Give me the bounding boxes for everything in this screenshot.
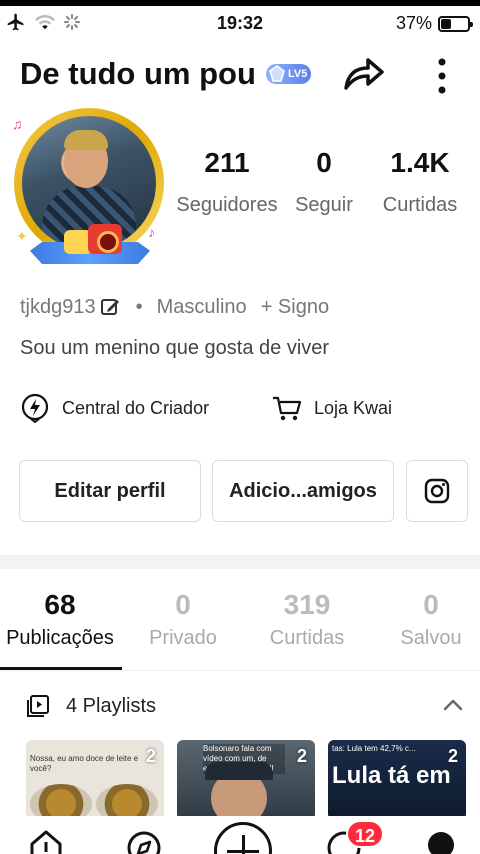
battery-icon xyxy=(438,15,473,32)
food-image xyxy=(96,784,158,820)
stat-value: 211 xyxy=(204,147,250,178)
tab-label: Publicações xyxy=(6,627,114,649)
battery-percent: 37% xyxy=(395,13,432,33)
active-tab-indicator xyxy=(0,667,122,670)
music-note-icon: ♪ xyxy=(148,224,155,240)
edit-icon[interactable] xyxy=(100,297,120,317)
playlist-icon xyxy=(27,695,49,717)
stat-value: 0 xyxy=(316,147,332,178)
status-bar-top-edge xyxy=(0,0,480,6)
notification-badge: 12 xyxy=(346,820,384,848)
music-note-icon: ♫ xyxy=(12,116,23,132)
tab-label: Privado xyxy=(149,627,217,649)
avatar-photo-hair xyxy=(64,130,108,150)
sparkle-icon: ✦ xyxy=(16,228,28,244)
stat-label: Curtidas xyxy=(382,194,458,216)
tab-label: Salvou xyxy=(400,627,462,649)
user-info-line: tjkdg913 • Masculino + Signo xyxy=(20,294,329,320)
stat-value: 1.4K xyxy=(390,147,450,178)
lightning-icon xyxy=(21,393,49,423)
gem-icon xyxy=(269,65,285,82)
stat-label: Seguir xyxy=(295,194,353,216)
tab-count: 68 xyxy=(44,589,76,620)
playlist-caption: tas: Lula tem 42,7% c... xyxy=(332,744,416,753)
shop-link[interactable]: Loja Kwai xyxy=(272,390,392,426)
playlist-thumbnail[interactable]: tas: Lula tem 42,7% c... Lula tá em 2 xyxy=(328,740,466,820)
instagram-icon xyxy=(424,478,450,504)
cap-image xyxy=(205,762,273,780)
more-options-button[interactable] xyxy=(424,52,460,96)
add-friends-button[interactable]: Adicio...amigos xyxy=(212,460,394,522)
stat-following[interactable]: 0 Seguir xyxy=(269,146,379,217)
creator-center-link[interactable]: Central do Criador xyxy=(20,390,209,426)
share-button[interactable] xyxy=(338,52,386,96)
stat-label: Seguidores xyxy=(176,194,278,216)
avatar[interactable]: ♫ ♪ ✦ xyxy=(10,104,170,266)
profile-stats: 211 Seguidores 0 Seguir 1.4K Curtidas xyxy=(170,146,480,226)
status-bar: 19:32 37% xyxy=(0,0,480,46)
tab-saved[interactable]: 0 Salvou xyxy=(369,585,480,650)
section-divider xyxy=(0,555,480,569)
instagram-button[interactable] xyxy=(406,460,468,522)
playlist-thumbnail[interactable]: Bolsonaro fala com vídeo com um, de enci… xyxy=(177,740,315,820)
profile-bio: Sou um menino que gosta de viver xyxy=(20,337,330,359)
playlist-thumbnail[interactable]: Nossa, eu amo doce de leite e você? 2 xyxy=(26,740,164,820)
status-bar-right: 37% xyxy=(395,13,473,34)
playlist-big-text: Lula tá em xyxy=(332,762,451,789)
level-badge-label: LV5 xyxy=(288,68,308,80)
more-vertical-icon xyxy=(438,58,446,94)
separator-dot: • xyxy=(135,295,143,318)
playlists-header[interactable]: 4 Playlists xyxy=(26,692,156,720)
tab-count: 319 xyxy=(283,589,331,620)
tab-label: Curtidas xyxy=(269,627,345,649)
playlist-count: 2 xyxy=(145,746,156,766)
home-icon[interactable] xyxy=(26,826,66,854)
edit-profile-button[interactable]: Editar perfil xyxy=(19,460,201,522)
create-post-button[interactable] xyxy=(214,822,272,854)
creator-center-label: Central do Criador xyxy=(62,397,210,418)
tab-count: 0 xyxy=(175,589,191,620)
add-sign-link[interactable]: + Signo xyxy=(261,296,329,319)
food-image xyxy=(30,784,92,820)
profile-header: De tudo um pou LV5 xyxy=(0,46,480,102)
tab-private[interactable]: 0 Privado xyxy=(121,585,245,650)
playlist-count: 2 xyxy=(296,746,307,766)
discover-icon[interactable] xyxy=(124,826,164,854)
tab-likes[interactable]: 319 Curtidas xyxy=(245,585,369,650)
bottom-navigation: 12 xyxy=(0,816,480,854)
content-tabs: 68 Publicações 0 Privado 319 Curtidas 0 … xyxy=(0,585,480,671)
playlist-count: 2 xyxy=(447,746,458,766)
shop-label: Loja Kwai xyxy=(314,397,393,418)
gender-label[interactable]: Masculino xyxy=(157,296,247,319)
profile-title: De tudo um pou xyxy=(20,56,256,91)
stat-followers[interactable]: 211 Seguidores xyxy=(172,146,282,217)
level-badge[interactable]: LV5 xyxy=(266,64,312,84)
stat-likes[interactable]: 1.4K Curtidas xyxy=(365,146,475,217)
playlists-label: 4 Playlists xyxy=(66,694,157,717)
camera-sticker-icon xyxy=(88,224,122,254)
battery-fill xyxy=(441,18,452,29)
username[interactable]: tjkdg913 xyxy=(20,296,96,319)
tab-publications[interactable]: 68 Publicações xyxy=(0,585,122,650)
shopping-cart-icon xyxy=(273,396,302,421)
playlist-caption: Nossa, eu amo doce de leite e você? xyxy=(30,754,139,773)
chevron-up-icon[interactable] xyxy=(440,694,466,716)
share-icon xyxy=(344,58,384,90)
profile-tab-icon[interactable] xyxy=(428,832,454,854)
tab-count: 0 xyxy=(423,589,439,620)
